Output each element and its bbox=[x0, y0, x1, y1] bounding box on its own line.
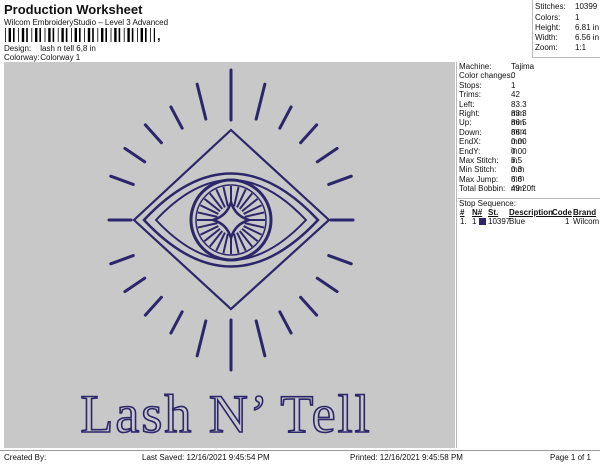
machine-row: Up: 86.5 mm bbox=[459, 118, 527, 136]
last-saved: Last Saved: 12/16/2021 9:45:54 PM bbox=[142, 453, 270, 462]
machine-row-label: Color changes: bbox=[459, 71, 513, 81]
colorway-value: Colorway 1 bbox=[40, 53, 81, 62]
stitches-value: 10399 bbox=[575, 2, 598, 11]
machine-row: Down: 86.4 mm bbox=[459, 127, 527, 146]
design-preview: Lash N’ Tell bbox=[4, 62, 455, 448]
machine-row-value: Tajima bbox=[511, 62, 535, 71]
ray-line bbox=[123, 146, 147, 164]
printed-date: Printed: 12/16/2021 9:45:58 PM bbox=[350, 453, 463, 462]
column-header: Description bbox=[509, 208, 554, 217]
machine-row-value: 49.20ft bbox=[511, 184, 536, 194]
column-header: Brand bbox=[573, 208, 597, 217]
machine-row: Machine: Tajima bbox=[459, 62, 534, 71]
machine-row-label: Left: bbox=[459, 99, 475, 109]
machine-row: EndY: 0.00 in bbox=[459, 146, 527, 165]
summary-box: Stitches: 10399 Colors: 1 Height: 6.81 i… bbox=[532, 0, 600, 58]
stop-row-brand: Wilcom bbox=[573, 217, 600, 226]
stop-row-num: 1. bbox=[460, 217, 467, 226]
machine-row: Stops: 1 bbox=[459, 80, 515, 90]
ray-line bbox=[254, 82, 267, 121]
barcode bbox=[5, 28, 155, 42]
design-label: Design: bbox=[4, 44, 32, 53]
ray-line bbox=[278, 310, 293, 335]
ray-line bbox=[169, 105, 184, 130]
colors-value: 1 bbox=[575, 13, 580, 22]
height-label: Height: bbox=[535, 23, 561, 32]
machine-row-label: EndX: bbox=[459, 137, 481, 147]
machine-row-label: Total Bobbin: bbox=[459, 184, 506, 194]
width-value: 6.56 in bbox=[575, 33, 600, 42]
colorway-row: Colorway: Colorway 1 bbox=[4, 53, 80, 62]
colors-label: Colors: bbox=[535, 13, 561, 22]
stop-row-code: 1 bbox=[565, 217, 570, 226]
machine-row-label: Min Stitch: bbox=[459, 165, 497, 175]
color-swatch bbox=[479, 218, 486, 225]
machine-row-label: Trims: bbox=[459, 90, 481, 100]
ray-line bbox=[299, 295, 319, 317]
stop-row-n: 1 bbox=[472, 217, 477, 226]
machine-row-label: Down: bbox=[459, 127, 482, 137]
software-subtitle: Wilcom EmbroideryStudio – Level 3 Advanc… bbox=[4, 18, 169, 27]
machine-row: Left: 83.3 mm bbox=[459, 99, 527, 118]
machine-row-label: Right: bbox=[459, 109, 480, 118]
machine-row: Color changes: 0 bbox=[459, 71, 516, 81]
ray-line bbox=[123, 276, 147, 294]
created-by: Created By: bbox=[4, 453, 47, 462]
machine-row: Max Jump: 6.6 mm bbox=[459, 174, 524, 193]
machine-row-value: 42 bbox=[511, 90, 520, 100]
machine-row-label: Max Stitch: bbox=[459, 156, 499, 165]
ray-line bbox=[195, 319, 208, 358]
stop-sequence-heading: Stop Sequence: bbox=[459, 199, 516, 208]
machine-row: EndX: 0.00 in bbox=[459, 137, 527, 155]
design-row: Design: lash n tell 6,8 in bbox=[4, 44, 96, 53]
barcode-separator: , bbox=[157, 28, 161, 43]
column-header: St. bbox=[488, 208, 499, 217]
height-value: 6.81 in bbox=[575, 23, 600, 32]
ray-line bbox=[315, 276, 339, 294]
machine-row: Right: 83.3 mm bbox=[459, 109, 527, 127]
machine-row-label: EndY: bbox=[459, 146, 481, 156]
page-number: Page 1 of 1 bbox=[550, 453, 591, 462]
stop-row-stitches: 10397 bbox=[488, 217, 511, 226]
machine-row-label: Max Jump: bbox=[459, 174, 499, 184]
width-label: Width: bbox=[535, 33, 558, 42]
stitches-label: Stitches: bbox=[535, 2, 566, 11]
machine-row: Trims: 42 bbox=[459, 90, 520, 100]
ray-line bbox=[195, 82, 208, 121]
colorway-label: Colorway: bbox=[4, 53, 40, 62]
page-title: Production Worksheet bbox=[4, 2, 143, 17]
column-header: N# bbox=[472, 208, 483, 217]
stop-row-description: Blue bbox=[509, 217, 526, 226]
column-header: # bbox=[460, 208, 465, 217]
machine-row-value: 0 bbox=[511, 71, 516, 81]
ray-line bbox=[254, 319, 267, 358]
embroidery-design: Lash N’ Tell bbox=[80, 68, 371, 445]
ray-line bbox=[109, 254, 135, 266]
ray-line bbox=[299, 123, 319, 145]
machine-row-value: 1 bbox=[511, 80, 516, 90]
zoom-value: 1:1 bbox=[575, 43, 587, 52]
machine-panel: Machine: Tajima Color changes: 0 Stops: 1 Trim… bbox=[456, 62, 600, 448]
machine-row-label: Up: bbox=[459, 118, 472, 128]
zoom-label: Zoom: bbox=[535, 43, 558, 52]
ray-line bbox=[327, 254, 353, 266]
design-lettering: Lash N’ Tell bbox=[80, 384, 371, 444]
footer: Created By: Last Saved: 12/16/2021 9:45:… bbox=[0, 450, 600, 464]
machine-row: Max Stitch: 6.5 mm bbox=[459, 156, 524, 174]
machine-row-label: Stops: bbox=[459, 80, 482, 90]
machine-row-label: Machine: bbox=[459, 62, 492, 71]
ray-line bbox=[169, 310, 184, 335]
ray-line bbox=[109, 174, 135, 186]
ray-line bbox=[143, 295, 163, 317]
column-header: Code bbox=[552, 208, 572, 217]
design-value: lash n tell 6,8 in bbox=[40, 44, 96, 53]
machine-row: Min Stitch: 0.3 mm bbox=[459, 165, 524, 183]
ray-line bbox=[315, 146, 339, 164]
ray-line bbox=[278, 105, 293, 130]
ray-line bbox=[327, 174, 353, 186]
ray-line bbox=[143, 123, 163, 145]
star-pupil bbox=[208, 197, 254, 243]
machine-row: Total Bobbin: 49.20ft bbox=[459, 184, 535, 194]
